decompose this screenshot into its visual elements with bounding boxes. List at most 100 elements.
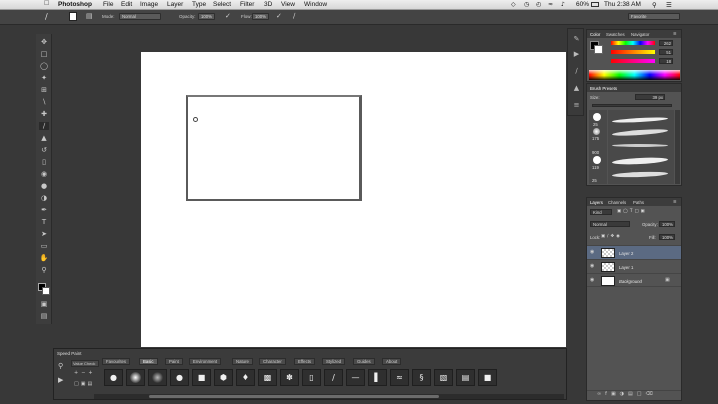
- paint-bucket-tool-icon[interactable]: ◉: [39, 170, 49, 178]
- stamp-icon[interactable]: ▶: [58, 376, 63, 384]
- brush-eraser-icon[interactable]: ▯: [302, 369, 321, 386]
- spotlight-search-icon[interactable]: ⚲: [652, 1, 657, 9]
- brush-line-diagonal-icon[interactable]: ∕: [324, 369, 343, 386]
- size-slider[interactable]: [592, 104, 672, 107]
- clone-stamp-tool-icon[interactable]: ▲: [39, 134, 49, 142]
- zoom-tool-icon[interactable]: ⚲: [39, 266, 49, 274]
- brush-panels-icon[interactable]: ▧: [434, 369, 453, 386]
- quick-select-tool-icon[interactable]: ✦: [39, 74, 49, 82]
- clock[interactable]: Thu 2:38 AM: [604, 1, 641, 8]
- visibility-eye-icon[interactable]: ◉: [590, 249, 594, 255]
- menu-window[interactable]: Window: [304, 1, 327, 8]
- battery-status[interactable]: 60%: [576, 1, 589, 8]
- layer-row[interactable]: ◉ Layer 1: [587, 259, 681, 273]
- blend-mode-select[interactable]: Normal: [590, 221, 630, 227]
- brush-tip[interactable]: [593, 156, 601, 164]
- tab-stylized[interactable]: Stylized: [322, 358, 346, 365]
- scrollbar-thumb[interactable]: [149, 395, 439, 398]
- blue-slider[interactable]: [611, 59, 655, 63]
- speed-paint-scrollbar[interactable]: [94, 394, 564, 399]
- layers-panel-menu-icon[interactable]: ≡: [673, 200, 677, 205]
- brush-splatter-icon[interactable]: ✽: [280, 369, 299, 386]
- tab-nature[interactable]: Nature: [232, 358, 253, 365]
- tab-layers[interactable]: Layers: [590, 200, 603, 205]
- path-selection-tool-icon[interactable]: ➤: [39, 230, 49, 238]
- pen-tool-icon[interactable]: ✒: [39, 206, 49, 214]
- brush-stroke-preview[interactable]: [611, 116, 669, 124]
- visibility-eye-icon[interactable]: ◉: [590, 277, 594, 283]
- brush-gradient-icon[interactable]: ▌: [368, 369, 387, 386]
- brush-square-icon[interactable]: ■: [192, 369, 211, 386]
- brush-hard-round-icon[interactable]: ●: [104, 369, 123, 386]
- lock-icons[interactable]: ▣∕✥◉: [601, 234, 622, 239]
- brush-tip[interactable]: [593, 128, 600, 135]
- menu-image[interactable]: Image: [140, 1, 158, 8]
- brush-hexagon-icon[interactable]: ⬢: [214, 369, 233, 386]
- tab-swatches[interactable]: Swatches: [606, 32, 625, 37]
- blur-tool-icon[interactable]: ●: [39, 182, 49, 190]
- brush-round-icon[interactable]: ●: [170, 369, 189, 386]
- tab-paint[interactable]: Paint: [165, 358, 183, 365]
- brush-swirl-icon[interactable]: §: [412, 369, 431, 386]
- panel-menu-icon[interactable]: ≡: [673, 32, 677, 37]
- mode-select[interactable]: Normal: [119, 13, 161, 20]
- app-menu[interactable]: Photoshop: [58, 1, 92, 8]
- zoom-icon[interactable]: ⚲: [58, 362, 63, 370]
- tab-navigator[interactable]: Navigator: [631, 32, 649, 37]
- menu-layer[interactable]: Layer: [167, 1, 183, 8]
- tab-favourites[interactable]: Favourites: [102, 358, 131, 365]
- tab-guides[interactable]: Guides: [353, 358, 375, 365]
- new-layer-icon[interactable]: □: [637, 391, 646, 397]
- flow-input[interactable]: 100%: [252, 13, 269, 20]
- menu-select[interactable]: Select: [213, 1, 231, 8]
- wifi-icon[interactable]: ≈: [548, 1, 553, 8]
- size-input[interactable]: 39 px: [635, 94, 665, 100]
- filter-icons[interactable]: ▣◯T□▣: [617, 209, 647, 214]
- opacity-input[interactable]: 100%: [198, 13, 215, 20]
- fill-input[interactable]: 100%: [659, 234, 675, 240]
- brush-block-icon[interactable]: ■: [478, 369, 497, 386]
- eyedropper-tool-icon[interactable]: ∖: [39, 98, 49, 106]
- menu-type[interactable]: Type: [192, 1, 206, 8]
- visibility-eye-icon[interactable]: ◉: [590, 263, 594, 269]
- actions-panel-icon[interactable]: ▶: [572, 50, 581, 59]
- brush-book-icon[interactable]: ▤: [456, 369, 475, 386]
- properties-panel-icon[interactable]: ≡: [572, 101, 581, 110]
- green-value[interactable]: 51: [659, 49, 673, 55]
- layer-row[interactable]: ◉ Background ▣: [587, 273, 681, 287]
- add-remove-icons[interactable]: +−+: [74, 370, 96, 376]
- rectangle-tool-icon[interactable]: ▭: [39, 242, 49, 250]
- background-color-swatch[interactable]: [42, 287, 50, 295]
- brush-list-scrollbar[interactable]: [675, 110, 680, 184]
- layer-name[interactable]: Layer 1: [619, 265, 633, 270]
- brush-panel-icon[interactable]: ∕: [572, 67, 581, 76]
- brush-tool-icon[interactable]: ∕: [39, 122, 49, 130]
- menu-edit[interactable]: Edit: [121, 1, 132, 8]
- tab-paths[interactable]: Paths: [633, 200, 644, 205]
- menu-3d[interactable]: 3D: [264, 1, 272, 8]
- sync-icon[interactable]: ◷: [524, 1, 529, 8]
- layer-opacity-input[interactable]: 100%: [659, 221, 675, 227]
- green-slider[interactable]: [611, 50, 655, 54]
- delete-layer-icon[interactable]: ⌫: [646, 391, 657, 397]
- menu-filter[interactable]: Filter: [240, 1, 254, 8]
- dropbox-icon[interactable]: ◇: [511, 1, 516, 8]
- brush-stroke-preview[interactable]: [611, 128, 669, 137]
- tab-about[interactable]: About: [382, 358, 402, 365]
- brush-airbrush-icon[interactable]: [148, 369, 167, 386]
- color-bg-swatch[interactable]: [594, 45, 603, 54]
- value-check-button[interactable]: Value Check: [71, 360, 99, 367]
- menu-file[interactable]: File: [103, 1, 113, 8]
- adjustment-layer-icon[interactable]: ◑: [620, 391, 628, 397]
- type-tool-icon[interactable]: T: [39, 218, 49, 226]
- layer-row[interactable]: ◉ Layer 2: [587, 245, 681, 259]
- red-slider[interactable]: [611, 41, 655, 45]
- workspace-select[interactable]: Favorite: [628, 13, 680, 20]
- marquee-tool-icon[interactable]: □: [39, 50, 49, 58]
- clone-source-panel-icon[interactable]: ▲: [572, 84, 581, 93]
- dodge-tool-icon[interactable]: ◑: [39, 194, 49, 202]
- brush-presets-title[interactable]: Brush Presets: [590, 86, 617, 91]
- tab-channels[interactable]: Channels: [608, 200, 626, 205]
- brush-scribble-icon[interactable]: ≈: [390, 369, 409, 386]
- tab-color[interactable]: Color: [590, 32, 600, 37]
